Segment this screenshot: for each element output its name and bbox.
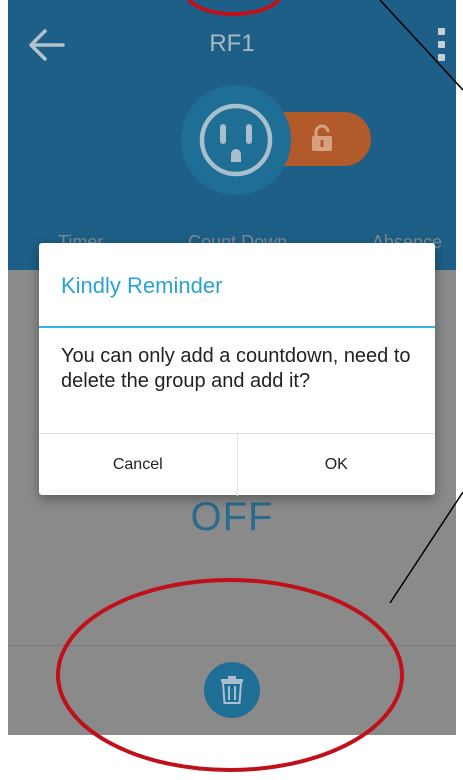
trash-icon	[221, 676, 243, 704]
dialog-title: Kindly Reminder	[61, 273, 223, 298]
reminder-dialog: Kindly Reminder You can only add a count…	[39, 243, 435, 496]
device-header: RF1 Timer Count Down Absence	[8, 0, 456, 270]
page-title: RF1	[209, 30, 255, 57]
delete-button[interactable]	[204, 662, 260, 718]
power-outlet-button[interactable]	[181, 85, 291, 195]
device-control	[181, 85, 376, 195]
more-vert-icon[interactable]	[426, 22, 456, 72]
power-outlet-icon	[199, 103, 273, 177]
unlock-icon	[312, 124, 332, 151]
cancel-button[interactable]: Cancel	[39, 434, 238, 496]
ok-button[interactable]: OK	[238, 434, 436, 496]
dialog-divider	[39, 326, 435, 328]
dialog-actions: Cancel OK	[39, 433, 435, 496]
dialog-message: You can only add a countdown, need to de…	[61, 345, 411, 392]
power-status: OFF	[190, 495, 274, 539]
